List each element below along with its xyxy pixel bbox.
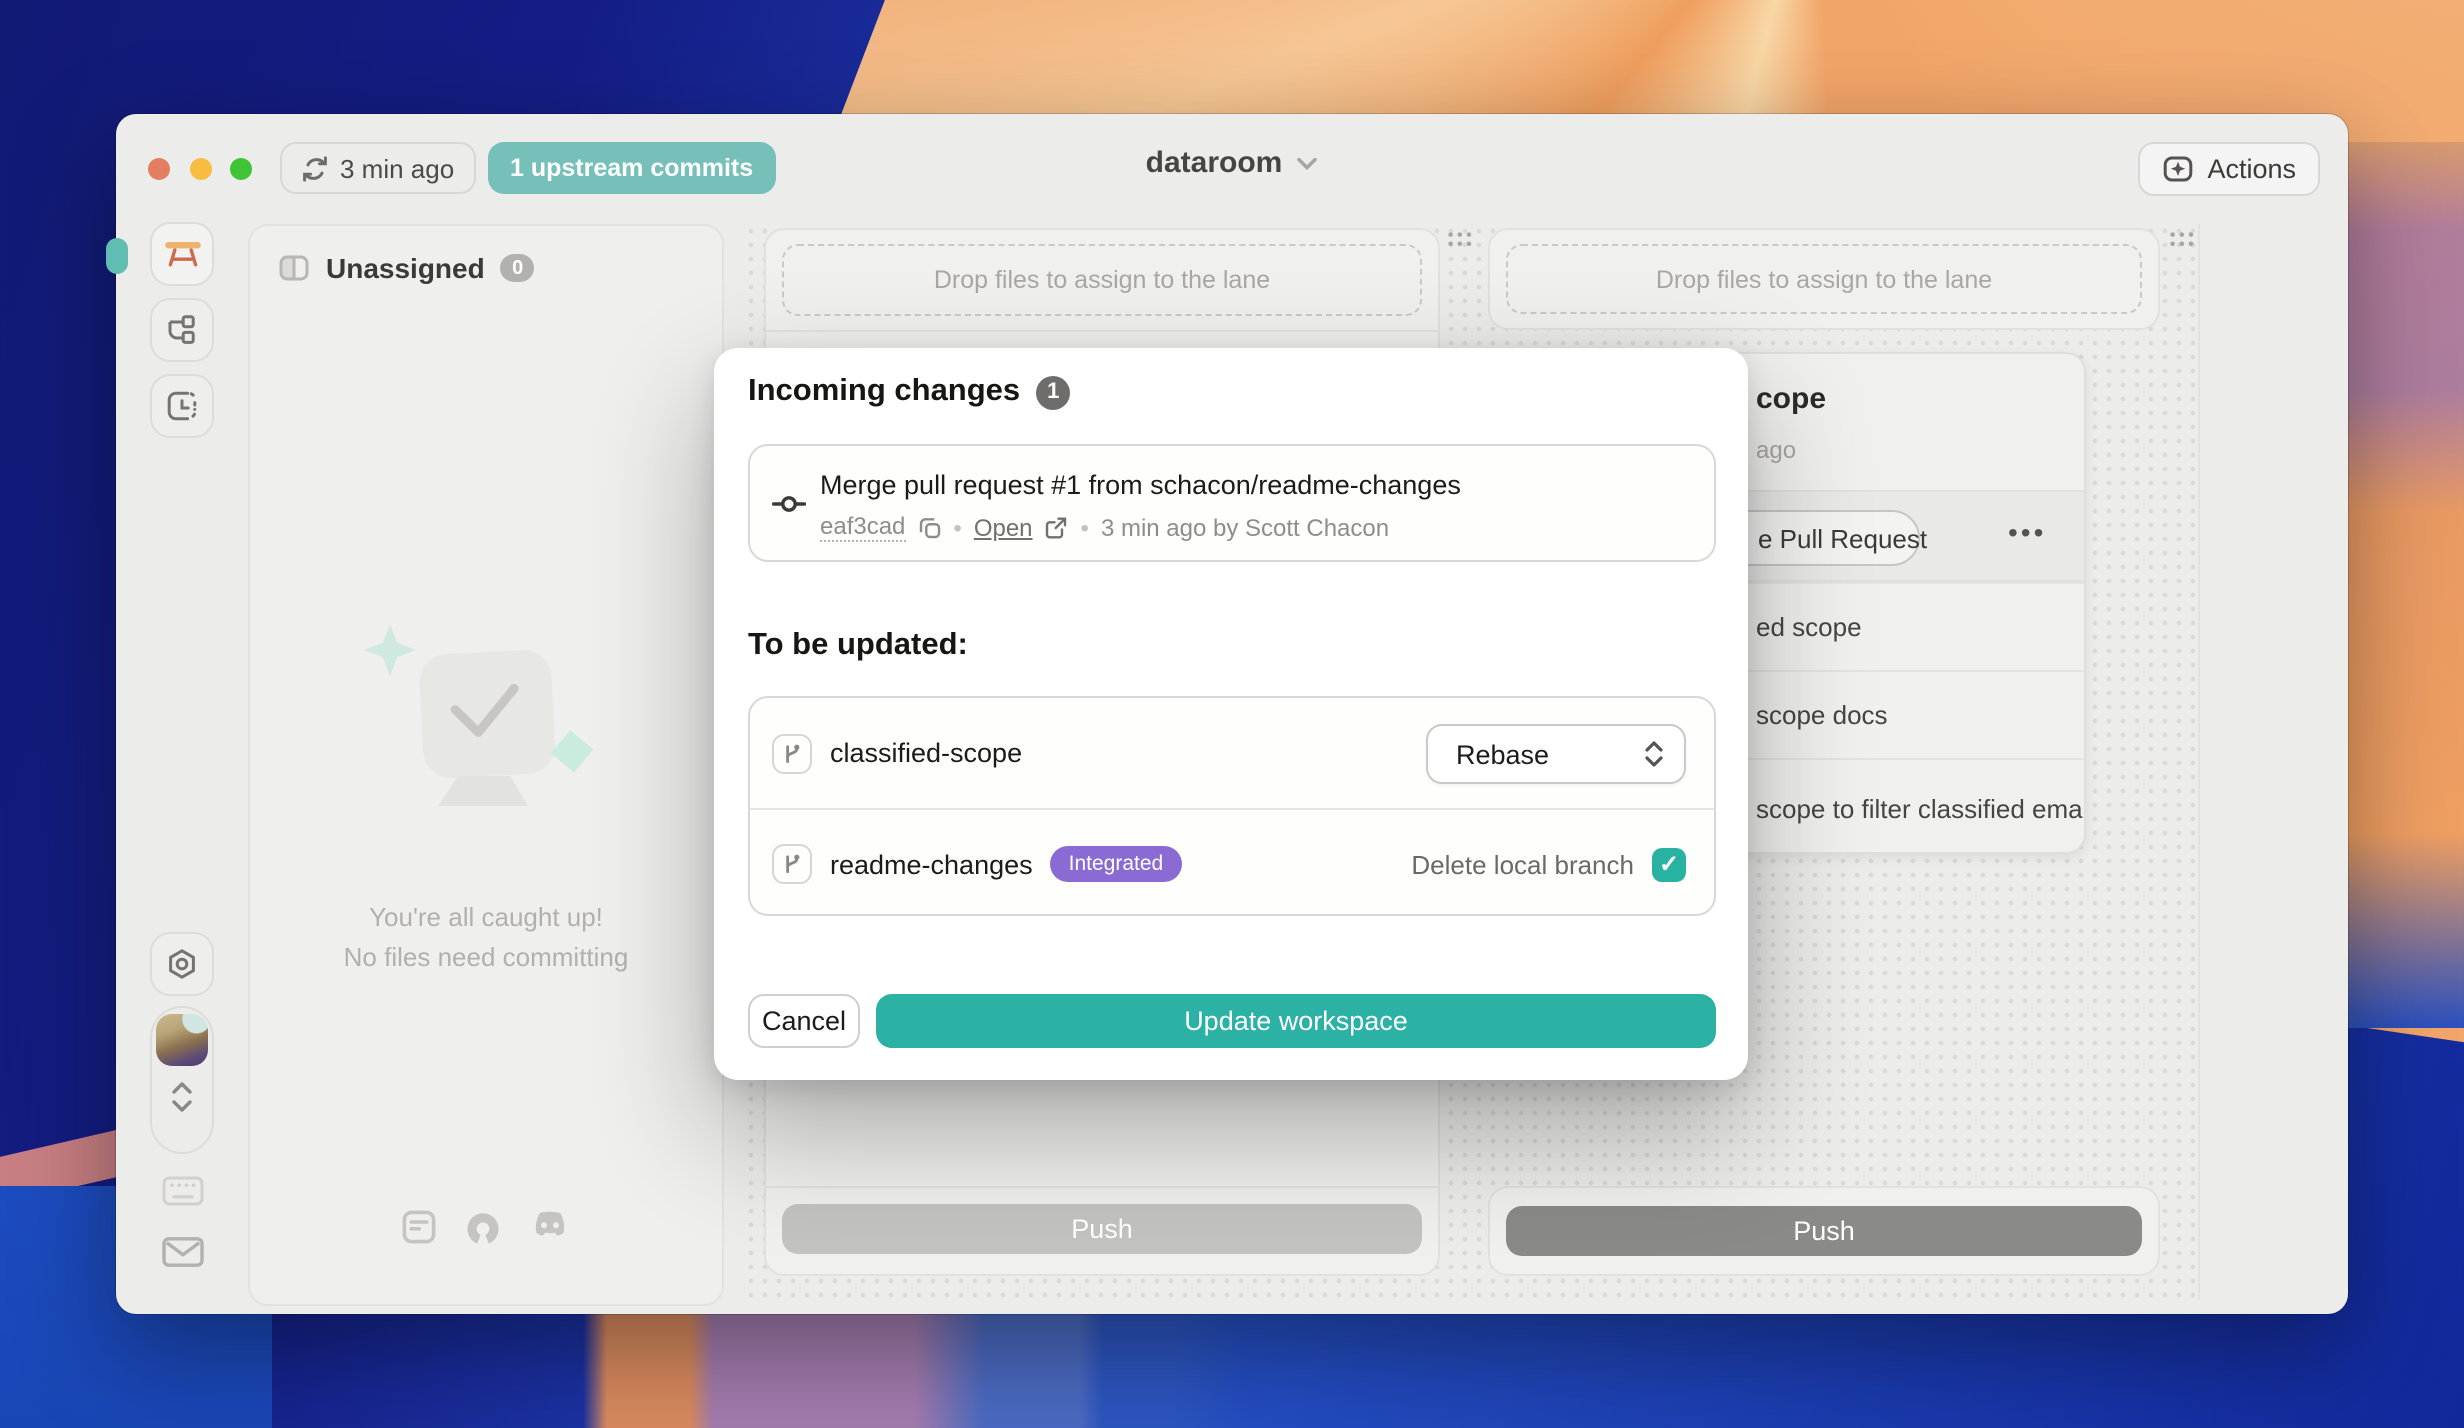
keyboard-icon: [161, 1176, 203, 1206]
branch-title-fragment: cope: [1756, 382, 1826, 416]
push-button-left[interactable]: Push: [782, 1204, 1422, 1254]
delete-local-branch-label: Delete local branch: [1411, 849, 1634, 879]
modal-title: Incoming changes: [748, 374, 1020, 410]
lane-drag-handle[interactable]: [1446, 230, 1474, 250]
branch-name: readme-changes: [830, 849, 1033, 879]
empty-state-illustration: [346, 616, 626, 876]
delete-local-branch-checkbox[interactable]: ✓: [1652, 847, 1686, 881]
selected-action: Rebase: [1456, 739, 1549, 769]
actions-label: Actions: [2207, 154, 2296, 184]
update-workspace-button[interactable]: Update workspace: [876, 994, 1716, 1048]
drop-zone-left[interactable]: Drop files to assign to the lane: [766, 230, 1438, 330]
wallpaper-right-band: [2341, 143, 2464, 1028]
sidebar-item-history[interactable]: [150, 374, 214, 438]
to-be-updated-heading: To be updated:: [748, 628, 968, 664]
drop-hint-label: Drop files to assign to the lane: [934, 266, 1270, 294]
chevron-down-icon: [1296, 155, 1318, 171]
push-label: Push: [1071, 1214, 1133, 1244]
commit-message-fragment: scope to filter classified emails: [1756, 793, 2086, 823]
push-button-right[interactable]: Push: [1506, 1206, 2142, 1256]
sparkle-box-icon: [2161, 154, 2193, 184]
branch-row-readme-changes: readme-changes Integrated Delete local b…: [750, 808, 1714, 918]
push-bar-right: Push: [1488, 1186, 2160, 1276]
update-action-select[interactable]: Rebase: [1426, 724, 1686, 784]
branch-update-list: classified-scope Rebase: [748, 696, 1716, 916]
divider: [766, 330, 1438, 332]
incoming-commit-card: Merge pull request #1 from schacon/readm…: [748, 444, 1716, 562]
chevron-updown-icon: [152, 1080, 212, 1114]
drop-hint-label: Drop files to assign to the lane: [1656, 265, 1992, 293]
keyboard-shortcuts-button[interactable]: [150, 1176, 214, 1206]
desktop: 3 min ago 1 upstream commits dataroom Ac…: [0, 0, 2464, 1428]
commit-sha-link[interactable]: eaf3cad: [820, 512, 905, 542]
commit-meta: 3 min ago by Scott Chacon: [1101, 513, 1389, 541]
cancel-label: Cancel: [762, 1006, 846, 1036]
sidebar-item-workspace[interactable]: [150, 222, 214, 286]
commit-message-fragment: ed scope: [1756, 612, 1862, 642]
app-window: 3 min ago 1 upstream commits dataroom Ac…: [116, 114, 2348, 1314]
changelog-icon[interactable]: [402, 1210, 436, 1244]
meta-separator: •: [1081, 513, 1089, 541]
branch-name: classified-scope: [830, 738, 1022, 768]
check-icon: ✓: [1659, 850, 1679, 878]
select-chevrons-icon: [1642, 740, 1666, 768]
mail-icon: [161, 1236, 203, 1268]
unassigned-count-badge: 0: [501, 254, 535, 282]
branch-graph-icon: [166, 314, 198, 346]
actions-button[interactable]: Actions: [2137, 142, 2320, 196]
empty-state-line2: No files need committing: [250, 942, 722, 972]
sidebar-item-branches[interactable]: [150, 298, 214, 362]
settings-button[interactable]: [150, 932, 214, 996]
copy-icon[interactable]: [917, 515, 941, 539]
branch-icon: [772, 844, 812, 884]
split-panel-icon: [278, 252, 310, 284]
integrated-badge: Integrated: [1051, 846, 1182, 882]
external-link-icon[interactable]: [1045, 515, 1069, 539]
lane-drag-handle[interactable]: [2168, 230, 2196, 250]
incoming-count-badge: 1: [1036, 375, 1070, 409]
empty-state-line1: You're all caught up!: [250, 902, 722, 932]
branch-menu-button[interactable]: •••: [2008, 516, 2046, 548]
incoming-changes-modal: Incoming changes 1 Merge pull request #1…: [714, 348, 1748, 1080]
commit-icon: [772, 488, 806, 520]
workbench-icon: [163, 238, 201, 270]
drop-zone-right[interactable]: Drop files to assign to the lane: [1488, 228, 2160, 330]
commit-message-fragment: scope docs: [1756, 700, 1888, 730]
history-icon: [166, 390, 198, 422]
user-switcher[interactable]: [150, 1006, 214, 1154]
branch-time-fragment: ago: [1756, 436, 1796, 464]
cancel-button[interactable]: Cancel: [748, 994, 860, 1048]
discord-icon[interactable]: [530, 1210, 570, 1242]
unassigned-header: Unassigned 0: [278, 252, 535, 284]
assign-drawer-handle[interactable]: [106, 238, 128, 274]
feedback-button[interactable]: [150, 1236, 214, 1268]
unassigned-panel: Unassigned 0 You're all caught up! No fi…: [248, 224, 724, 1306]
branch-icon: [772, 733, 812, 773]
meta-separator: •: [953, 513, 961, 541]
avatar: [156, 1014, 208, 1066]
pr-button-label: e Pull Request: [1758, 523, 1927, 553]
unassigned-title: Unassigned: [326, 252, 485, 284]
open-source-icon[interactable]: [464, 1210, 502, 1248]
project-name: dataroom: [1146, 146, 1283, 180]
pr-status-link[interactable]: Open: [974, 513, 1033, 541]
project-switcher[interactable]: dataroom: [116, 146, 2348, 180]
push-label: Push: [1793, 1216, 1855, 1246]
commit-message: Merge pull request #1 from schacon/readm…: [820, 470, 1461, 500]
gear-icon: [166, 948, 198, 980]
branch-row-classified-scope: classified-scope Rebase: [750, 698, 1714, 808]
divider: [766, 1186, 1438, 1188]
update-workspace-label: Update workspace: [1184, 1006, 1408, 1036]
